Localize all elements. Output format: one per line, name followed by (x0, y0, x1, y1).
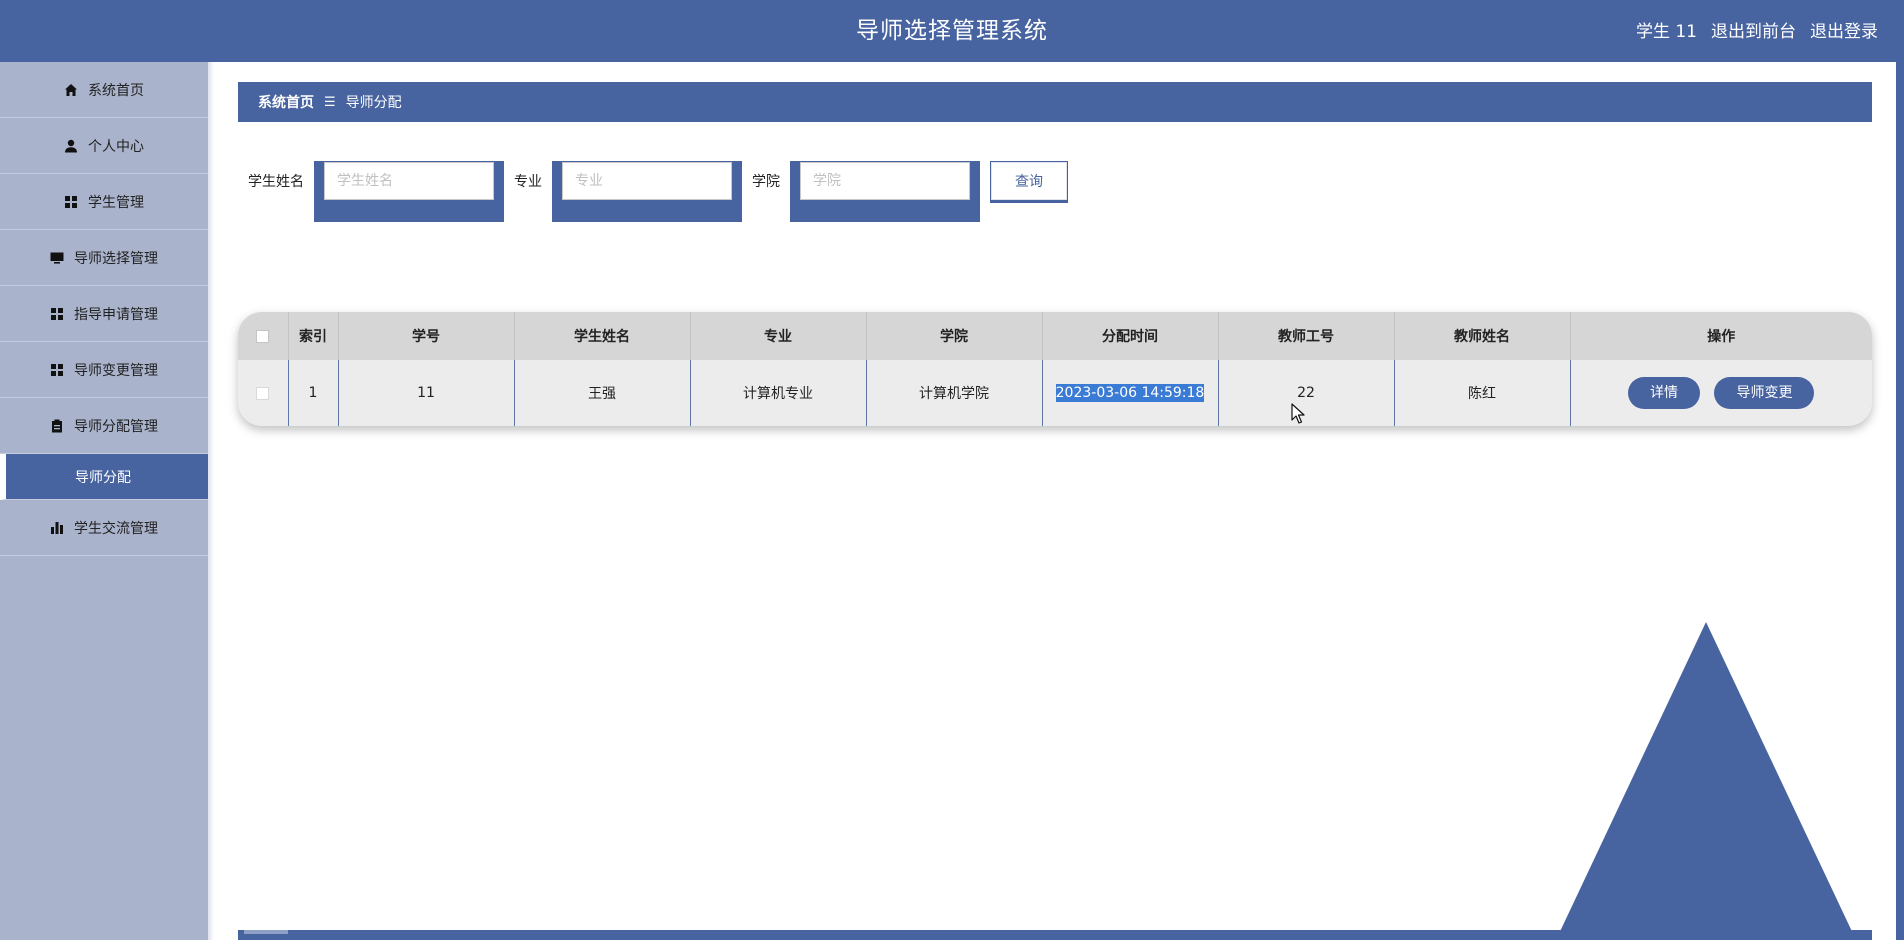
detail-button[interactable]: 详情 (1628, 377, 1701, 409)
row-checkbox[interactable] (256, 386, 270, 400)
cell-teacher-name: 陈红 (1394, 360, 1571, 426)
sidebar-item-label: 个人中心 (88, 138, 144, 155)
sidebar-item-label: 导师分配管理 (74, 418, 158, 435)
sidebar-item-tutor-allocation[interactable]: 导师分配 (0, 454, 208, 500)
row-select-cell (238, 360, 289, 426)
clipboard-icon (50, 419, 64, 433)
mouse-cursor-icon (1291, 403, 1305, 429)
logout-link[interactable]: 退出登录 (1810, 0, 1878, 62)
column-header-teacher-name: 教师姓名 (1394, 312, 1571, 360)
table-header-row: 索引 学号 学生姓名 专业 学院 分配时间 教师工号 教师姓名 操作 (238, 312, 1872, 360)
cell-major: 计算机专业 (690, 360, 867, 426)
college-box (790, 161, 980, 222)
home-icon (64, 83, 78, 97)
sidebar-item-student-communication[interactable]: 学生交流管理 (0, 500, 208, 556)
sidebar: 系统首页 个人中心 学生管理 导师选择管理 指导申请管理 导师变更管理 导师分配… (0, 62, 208, 940)
right-edge-bar (1896, 0, 1904, 940)
sidebar-item-student-management[interactable]: 学生管理 (0, 174, 208, 230)
header-user-area: 学生 11 退出到前台 退出登录 (1636, 0, 1878, 62)
grid-icon (50, 363, 64, 377)
query-button[interactable]: 查询 (990, 161, 1068, 203)
top-header: 导师选择管理系统 学生 11 退出到前台 退出登录 (0, 0, 1904, 62)
breadcrumb-current: 导师分配 (345, 95, 402, 111)
column-header-index: 索引 (288, 312, 339, 360)
column-header-assign-time: 分配时间 (1042, 312, 1219, 360)
student-name-label: 学生姓名 (248, 174, 304, 190)
app-title: 导师选择管理系统 (856, 18, 1048, 44)
grid-icon (64, 195, 78, 209)
cell-actions: 详情 导师变更 (1570, 360, 1872, 426)
major-box (552, 161, 742, 222)
bottom-bar (238, 930, 1872, 940)
sidebar-item-label: 学生管理 (88, 194, 144, 211)
exit-to-front-link[interactable]: 退出到前台 (1711, 0, 1796, 62)
column-header-actions: 操作 (1570, 312, 1872, 360)
breadcrumb-home[interactable]: 系统首页 (258, 92, 314, 112)
sidebar-item-label: 系统首页 (88, 82, 144, 99)
column-header-college: 学院 (866, 312, 1043, 360)
current-user: 学生 11 (1635, 22, 1697, 42)
sidebar-item-tutor-allocation-management[interactable]: 导师分配管理 (0, 398, 208, 454)
sidebar-shadow (208, 62, 214, 940)
major-input[interactable] (562, 162, 732, 200)
sidebar-item-label: 指导申请管理 (74, 306, 158, 323)
breadcrumb-separator-icon: ☰ (324, 94, 336, 110)
column-header-student-id: 学号 (338, 312, 515, 360)
select-all-cell (238, 312, 289, 360)
column-header-student-name: 学生姓名 (514, 312, 691, 360)
bar-chart-icon (50, 521, 64, 535)
table-row: 1 11 王强 计算机专业 计算机学院 2023-03-06 14:59:18 … (238, 360, 1872, 426)
student-name-box (314, 161, 504, 222)
cell-college: 计算机学院 (866, 360, 1043, 426)
select-all-checkbox[interactable] (256, 329, 270, 343)
monitor-icon (50, 251, 64, 265)
grid-icon (50, 307, 64, 321)
cell-student-id: 11 (338, 360, 515, 426)
selected-text: 2023-03-06 14:59:18 (1055, 384, 1205, 402)
student-name-input[interactable] (324, 162, 494, 200)
major-label: 专业 (514, 174, 542, 190)
column-header-major: 专业 (690, 312, 867, 360)
cell-assign-time: 2023-03-06 14:59:18 (1042, 360, 1219, 426)
sidebar-item-personal-center[interactable]: 个人中心 (0, 118, 208, 174)
sidebar-item-tutor-selection[interactable]: 导师选择管理 (0, 230, 208, 286)
decorative-triangle (1556, 620, 1858, 944)
sidebar-item-label: 导师选择管理 (74, 250, 158, 267)
cell-index: 1 (288, 360, 339, 426)
bottom-bar-tab (244, 930, 288, 934)
sidebar-item-label: 导师分配 (75, 469, 131, 486)
sidebar-item-guidance-application[interactable]: 指导申请管理 (0, 286, 208, 342)
sidebar-item-tutor-change[interactable]: 导师变更管理 (0, 342, 208, 398)
cell-teacher-id: 22 (1218, 360, 1395, 426)
tutor-change-button[interactable]: 导师变更 (1714, 377, 1815, 409)
college-input[interactable] (800, 162, 970, 200)
user-icon (64, 139, 78, 153)
college-label: 学院 (752, 174, 780, 190)
allocation-table: 索引 学号 学生姓名 专业 学院 分配时间 教师工号 教师姓名 操作 1 11 … (238, 312, 1872, 426)
cell-student-name: 王强 (514, 360, 691, 426)
sidebar-item-label: 导师变更管理 (74, 362, 158, 379)
breadcrumb: 系统首页 ☰ 导师分配 (238, 82, 1872, 122)
column-header-teacher-id: 教师工号 (1218, 312, 1395, 360)
sidebar-item-label: 学生交流管理 (74, 520, 158, 537)
sidebar-item-home[interactable]: 系统首页 (0, 62, 208, 118)
